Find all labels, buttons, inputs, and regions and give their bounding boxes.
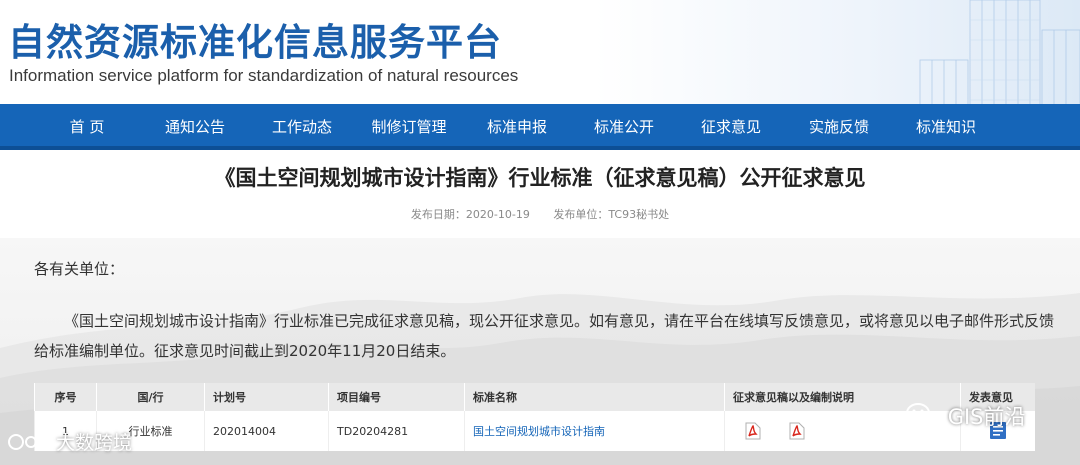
- cell-plan-no: 202014004: [204, 411, 329, 451]
- nav-item-news[interactable]: 工作动态: [272, 104, 332, 150]
- table-row: 1 行业标准 202014004 TD20204281 国土空间规划城市设计指南: [34, 411, 1035, 451]
- table-header-row: 序号 国/行 计划号 项目编号 标准名称 征求意见稿以及编制说明 发表意见: [34, 383, 1035, 411]
- standard-name-link[interactable]: 国土空间规划城市设计指南: [464, 411, 725, 451]
- nav-item-feedback[interactable]: 实施反馈: [809, 104, 869, 150]
- article-title: 《国土空间规划城市设计指南》行业标准（征求意见稿）公开征求意见: [214, 166, 866, 190]
- nav-item-disclosure[interactable]: 标准公开: [594, 104, 654, 150]
- city-skyline-illustration: [919, 0, 1080, 104]
- nav-item-declaration[interactable]: 标准申报: [487, 104, 547, 150]
- cell-project-no: TD20204281: [328, 411, 465, 451]
- site-logo[interactable]: 自然资源标准化信息服务平台 Information service platfo…: [2, 4, 536, 96]
- watermark-left: 大数跨境: [6, 428, 132, 457]
- watermark-left-text: 大数跨境: [56, 432, 133, 454]
- header-index: 序号: [34, 383, 97, 411]
- nav-item-consultation[interactable]: 征求意见: [701, 104, 761, 150]
- header-project-no: 项目编号: [328, 383, 465, 411]
- nav-item-knowledge[interactable]: 标准知识: [916, 104, 976, 150]
- main-nav: 首 页 通知公告 工作动态 制修订管理 标准申报 标准公开 征求意见 实施反馈 …: [0, 104, 1080, 150]
- watermark-right: GIS前沿: [905, 401, 1025, 435]
- pdf-file-icon[interactable]: [789, 422, 805, 440]
- site-header: 自然资源标准化信息服务平台 Information service platfo…: [0, 0, 1080, 104]
- article-paragraph: 《国土空间规划城市设计指南》行业标准已完成征求意见稿，现公开征求意见。如有意见，…: [34, 312, 1055, 360]
- header-standard-name: 标准名称: [464, 383, 725, 411]
- site-title-cn: 自然资源标准化信息服务平台: [8, 21, 502, 64]
- nav-item-notices[interactable]: 通知公告: [165, 104, 225, 150]
- wechat-icon: [905, 402, 941, 435]
- watermark-right-text: GIS前沿: [947, 405, 1026, 429]
- standards-table: 序号 国/行 计划号 项目编号 标准名称 征求意见稿以及编制说明 发表意见 1 …: [34, 383, 1035, 451]
- nav-item-home[interactable]: 首 页: [70, 104, 105, 150]
- article-meta: 发布日期：2020-10-19 发布单位：TC93秘书处: [0, 206, 1080, 222]
- site-title-en: Information service platform for standar…: [9, 66, 519, 85]
- pdf-file-icon[interactable]: [745, 422, 761, 440]
- publisher: 发布单位：TC93秘书处: [553, 208, 670, 221]
- header-level: 国/行: [96, 383, 205, 411]
- header-plan-no: 计划号: [204, 383, 329, 411]
- publish-date: 发布日期：2020-10-19: [410, 208, 530, 221]
- greeting: 各有关单位：: [34, 260, 125, 278]
- nav-item-revision[interactable]: 制修订管理: [371, 104, 446, 150]
- weibo-icon: [6, 430, 50, 457]
